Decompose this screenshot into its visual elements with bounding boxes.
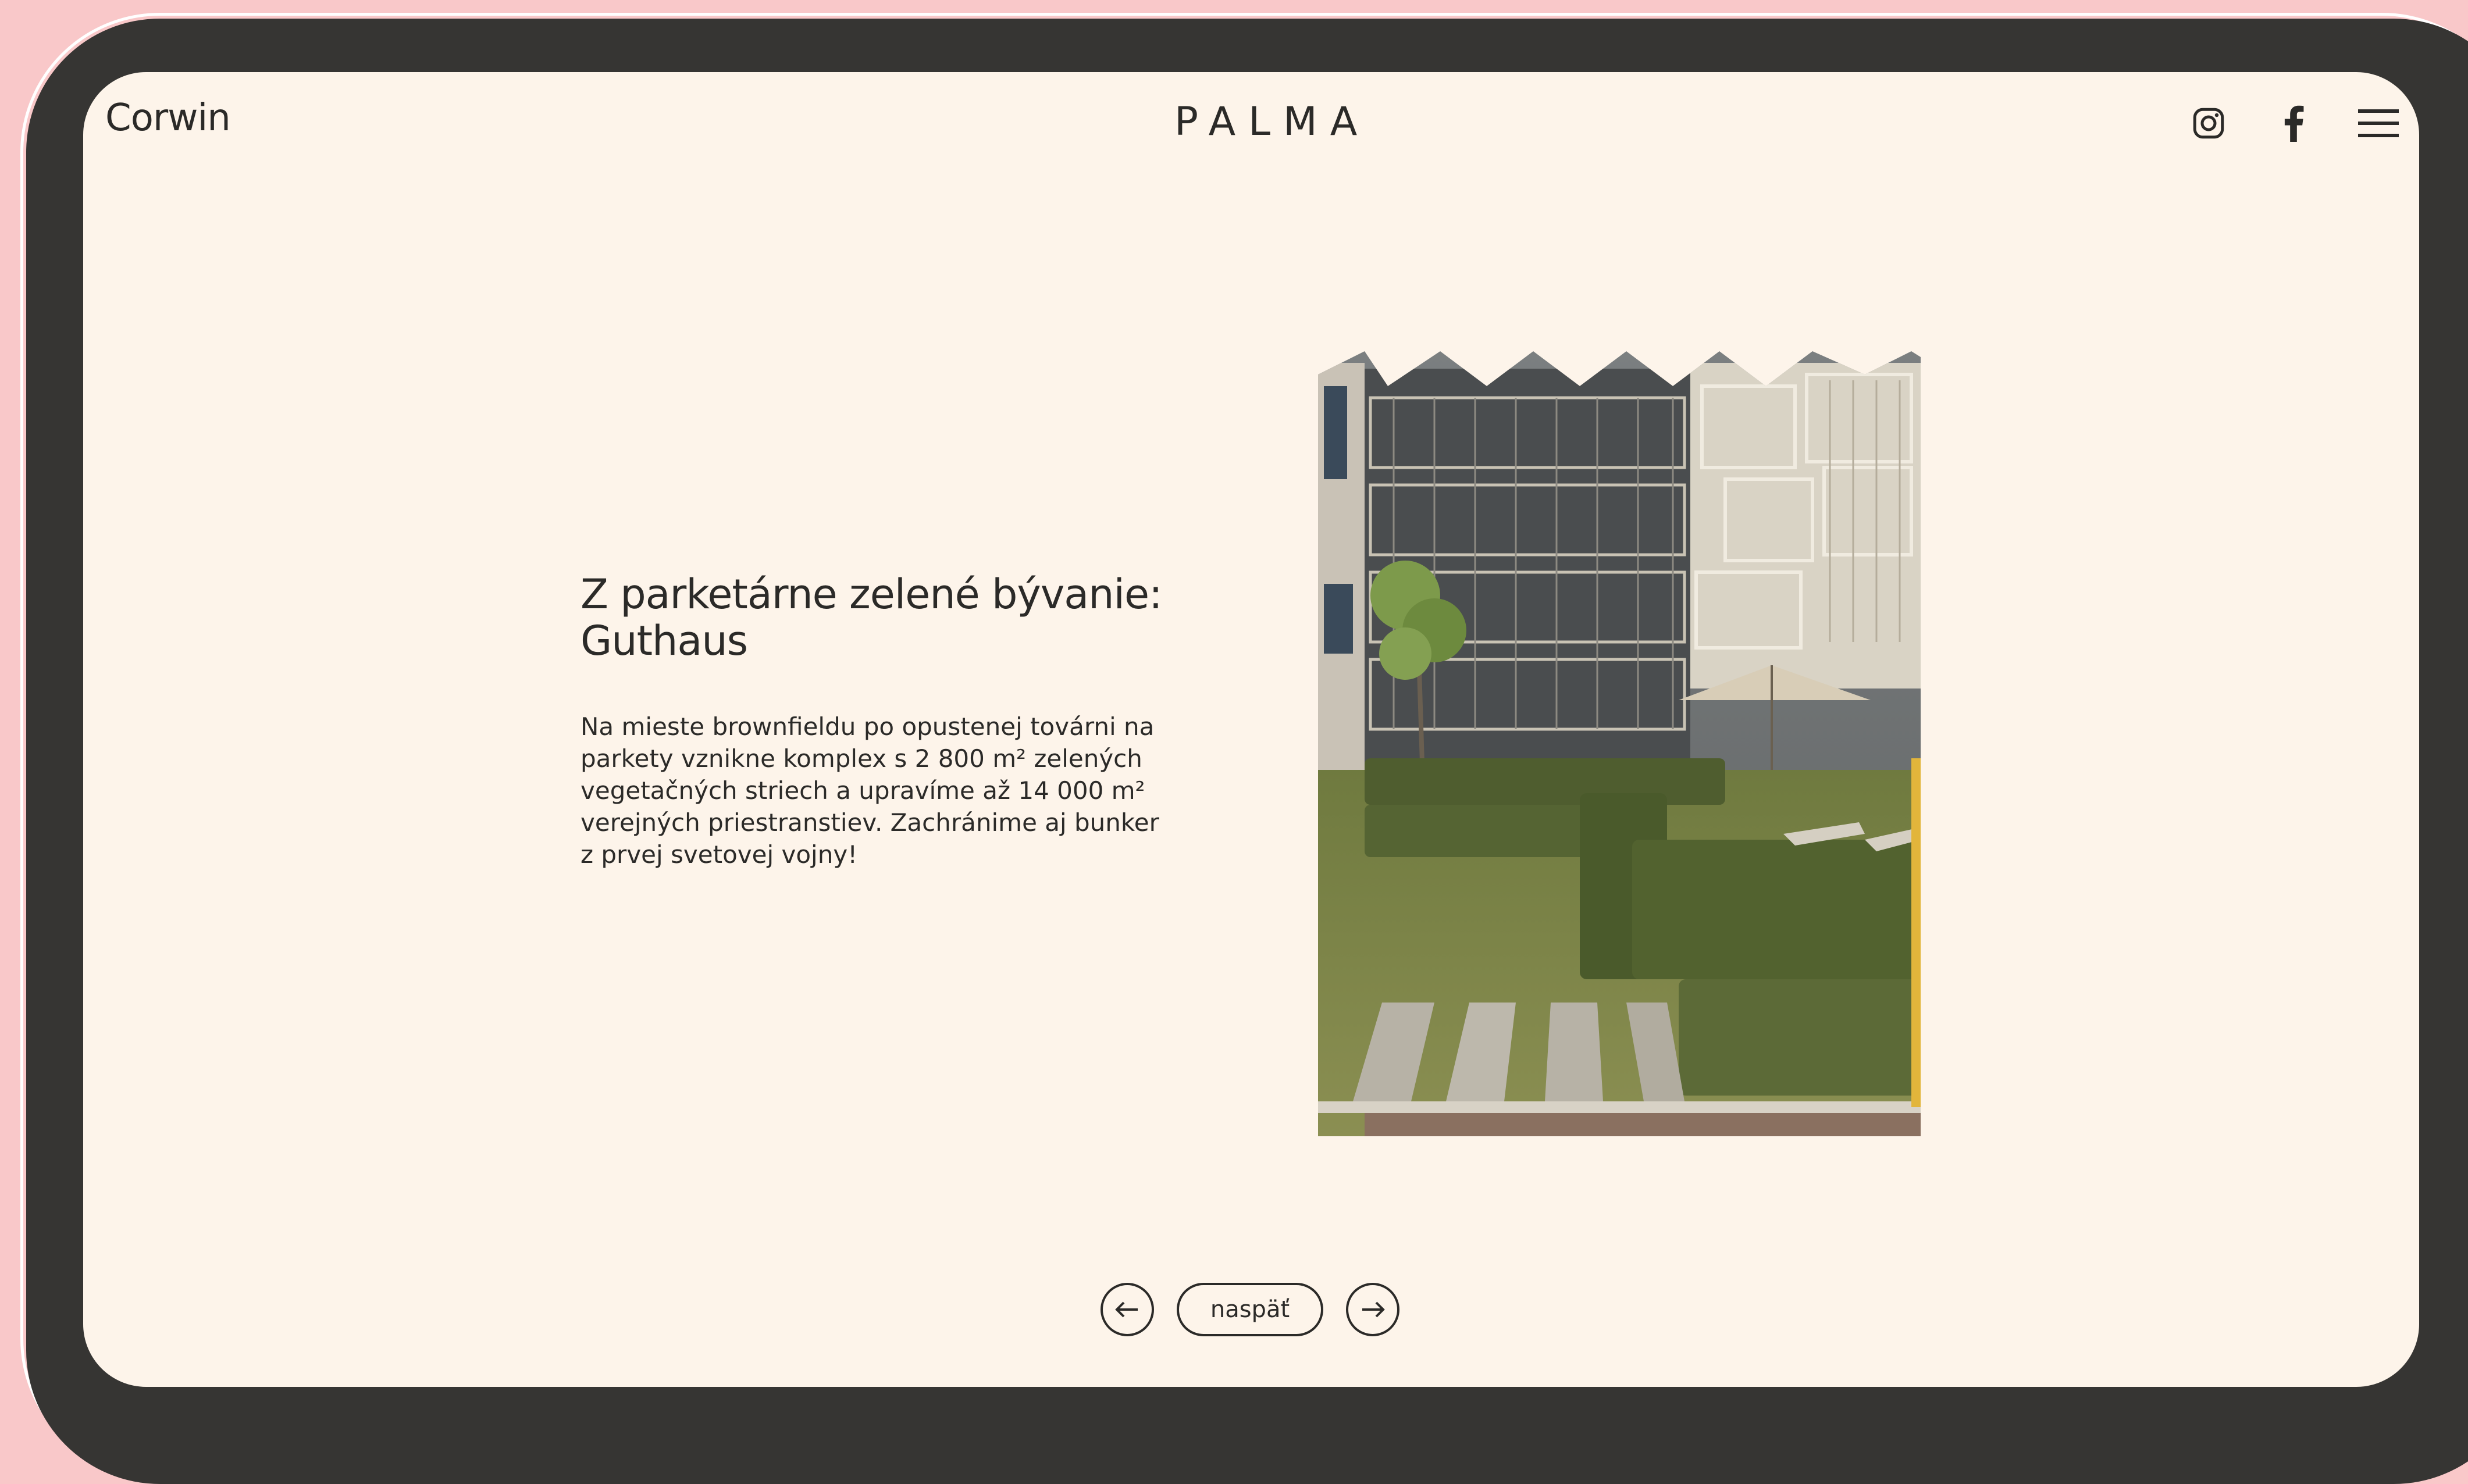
top-icons <box>2185 100 2402 147</box>
previous-button[interactable] <box>1101 1283 1154 1336</box>
article-title-line: Z parketárne zelené bývanie: <box>581 570 1163 618</box>
hamburger-menu-icon[interactable] <box>2355 100 2402 147</box>
article-body: Na mieste brownfieldu po opustenej továr… <box>581 711 1159 871</box>
brand-name[interactable]: Corwin <box>105 97 231 140</box>
back-button[interactable]: naspäť <box>1177 1283 1323 1336</box>
article-body-line: Na mieste brownfieldu po opustenej továr… <box>581 712 1155 741</box>
facebook-icon[interactable] <box>2270 100 2317 147</box>
instagram-icon[interactable] <box>2185 100 2232 147</box>
next-button[interactable] <box>1346 1283 1399 1336</box>
slide-navigation: naspäť <box>1101 1280 1399 1339</box>
article-title-line: Guthaus <box>581 617 748 665</box>
article-body-line: parkety vznikne komplex s 2 800 m² zelen… <box>581 744 1142 773</box>
article-body-line: z prvej svetovej vojny! <box>581 840 858 869</box>
palma-logo[interactable]: PALMA <box>1174 99 1370 145</box>
arrow-left-icon <box>1115 1301 1138 1318</box>
guthaus-building-photo <box>1318 351 1921 1136</box>
screen: Corwin PALMA Z parketárne zelené bývanie… <box>83 72 2419 1387</box>
article-body-line: verejných priestranstiev. Zachránime aj … <box>581 808 1159 837</box>
article-body-line: vegetačných striech a upravíme až 14 000… <box>581 776 1145 805</box>
article-title: Z parketárne zelené bývanie: Guthaus <box>581 570 1163 665</box>
arrow-right-icon <box>1362 1301 1385 1318</box>
